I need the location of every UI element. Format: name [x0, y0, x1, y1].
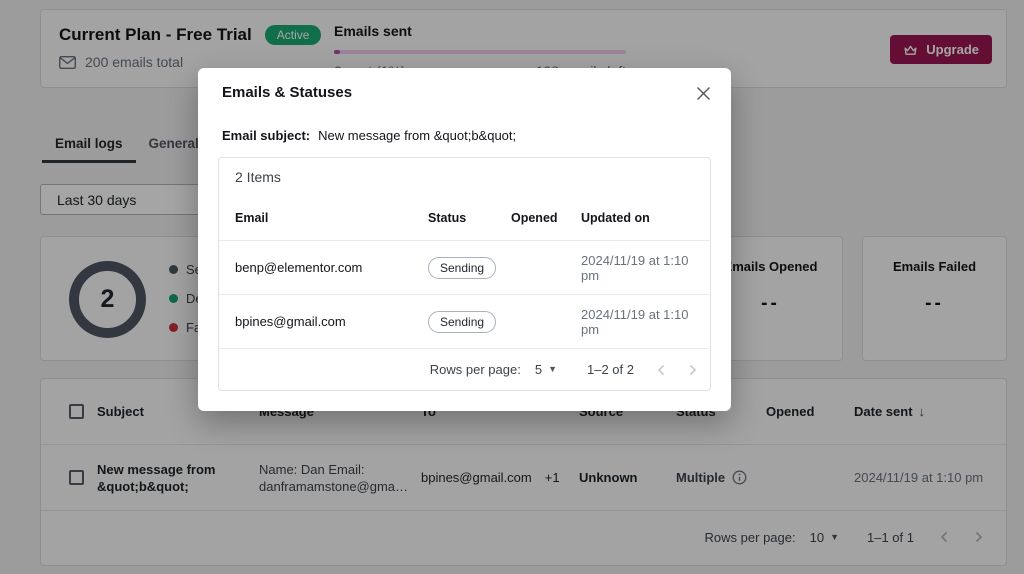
close-icon	[696, 86, 711, 101]
recipient-email: benp@elementor.com	[235, 260, 428, 275]
statuses-list: 2 Items Email Status Opened Updated on b…	[218, 157, 711, 391]
site-mailer-dashboard: Current Plan - Free Trial Active 200 ema…	[0, 0, 1024, 574]
recipient-email: bpines@gmail.com	[235, 314, 428, 329]
rows-per-page-label: Rows per page:	[430, 362, 521, 377]
modal-column-status: Status	[428, 211, 511, 225]
modal-header-row: Email Status Opened Updated on	[219, 196, 710, 241]
rows-per-page-select[interactable]: 5 ▼	[535, 362, 557, 377]
status-chip: Sending	[428, 257, 496, 279]
pagination-range: 1–2 of 2	[587, 362, 634, 377]
modal-title: Emails & Statuses	[222, 84, 352, 101]
next-page-button[interactable]	[688, 363, 698, 377]
chevron-right-icon	[688, 363, 698, 377]
email-subject-line: Email subject: New message from &quot;b&…	[222, 128, 516, 143]
status-chip: Sending	[428, 311, 496, 333]
updated-on-cell: 2024/11/19 at 1:10 pm	[581, 253, 696, 283]
updated-on-cell: 2024/11/19 at 1:10 pm	[581, 307, 696, 337]
emails-statuses-modal: Emails & Statuses Email subject: New mes…	[198, 68, 731, 411]
chevron-left-icon	[656, 363, 666, 377]
modal-table-row: benp@elementor.com Sending 2024/11/19 at…	[219, 241, 710, 295]
modal-pagination: Rows per page: 5 ▼ 1–2 of 2	[219, 349, 710, 390]
modal-close-button[interactable]	[689, 79, 717, 107]
modal-column-email: Email	[235, 211, 428, 225]
email-subject-value: New message from &quot;b&quot;	[318, 128, 516, 143]
chevron-down-icon: ▼	[548, 365, 557, 374]
items-count: 2 Items	[219, 158, 710, 196]
prev-page-button[interactable]	[656, 363, 666, 377]
modal-column-opened: Opened	[511, 211, 581, 225]
modal-table-row: bpines@gmail.com Sending 2024/11/19 at 1…	[219, 295, 710, 349]
email-subject-label: Email subject:	[222, 128, 310, 143]
modal-column-updated-on: Updated on	[581, 211, 696, 225]
